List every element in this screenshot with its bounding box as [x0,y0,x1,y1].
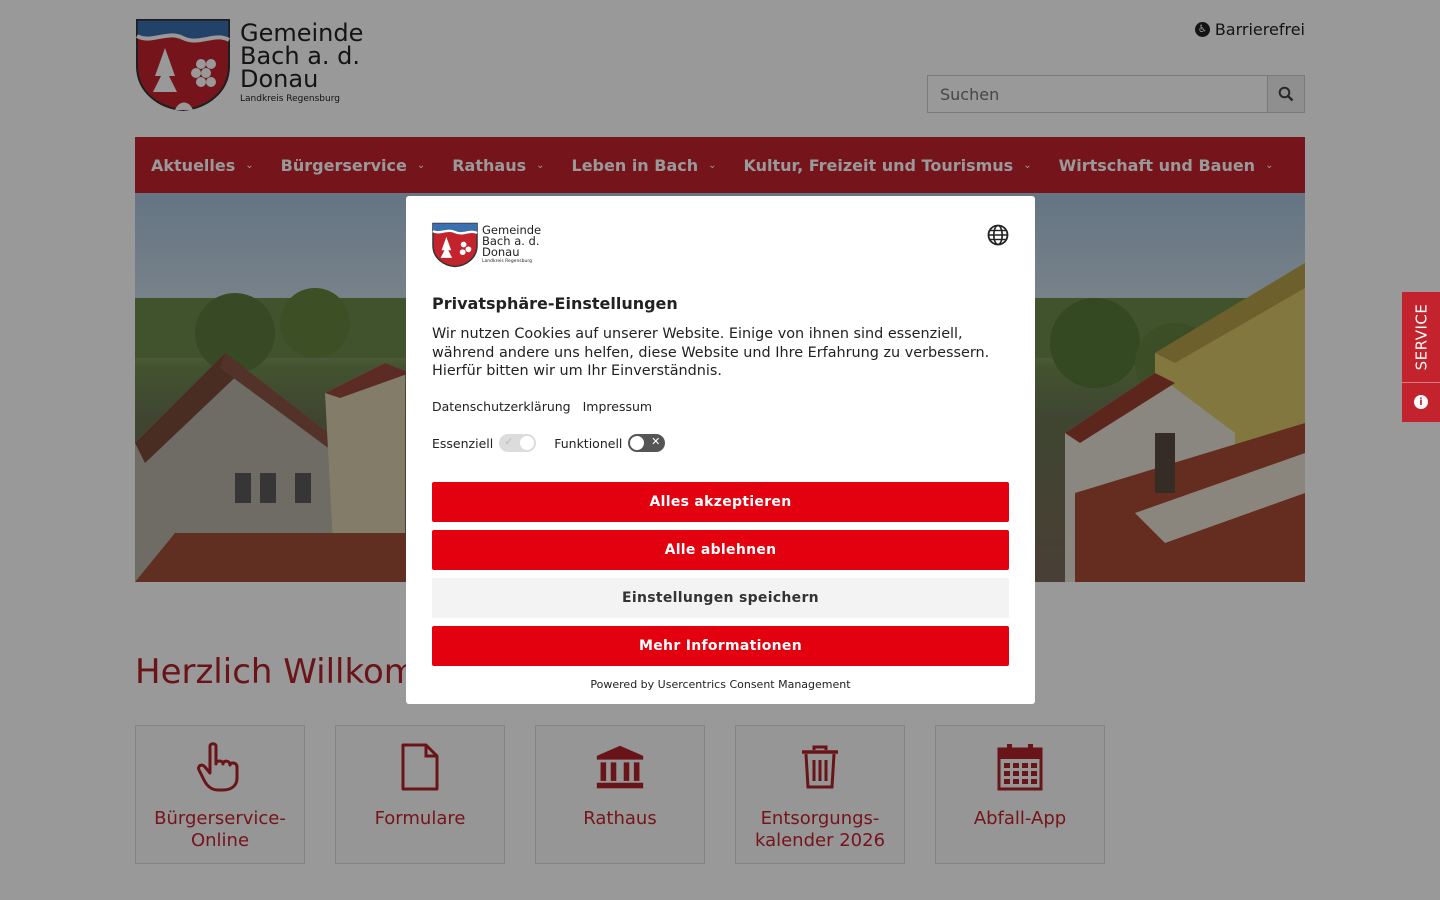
deny-all-button[interactable]: Alle ablehnen [432,530,1009,570]
globe-icon[interactable] [987,224,1009,246]
toggle-label-funktionell: Funktionell [554,435,623,451]
consent-toggles: Essenziell ✓ Funktionell ✕ [432,434,683,452]
consent-logo: Gemeinde Bach a. d. Donau Landkreis Rege… [432,222,552,268]
accept-all-button[interactable]: Alles akzeptieren [432,482,1009,522]
consent-dialog: Gemeinde Bach a. d. Donau Landkreis Rege… [406,196,1035,704]
save-settings-button[interactable]: Einstellungen speichern [432,578,1009,618]
service-tab[interactable]: SERVICE i [1402,292,1440,422]
toggle-label-essenziell: Essenziell [432,435,494,451]
imprint-link[interactable]: Impressum [583,399,652,414]
toggle-funktionell[interactable]: ✕ [628,434,666,452]
consent-logo-subtitle: Landkreis Regensburg [482,259,532,264]
privacy-policy-link[interactable]: Datenschutzerklärung [432,399,571,414]
coat-of-arms-icon [432,222,478,268]
info-icon: i [1414,395,1428,409]
more-info-button[interactable]: Mehr Informationen [432,626,1009,666]
consent-description: Wir nutzen Cookies auf unserer Website. … [432,326,990,379]
consent-links: Datenschutzerklärung Impressum [432,399,652,414]
toggle-essenziell: ✓ [499,434,537,452]
consent-logo-title: Gemeinde Bach a. d. Donau [482,223,542,259]
close-icon: ✕ [651,435,661,448]
check-icon: ✓ [504,435,514,448]
consent-title: Privatsphäre-Einstellungen [432,294,678,313]
service-tab-label: SERVICE [1412,303,1430,371]
powered-by-link[interactable]: Powered by Usercentrics Consent Manageme… [406,678,1035,691]
